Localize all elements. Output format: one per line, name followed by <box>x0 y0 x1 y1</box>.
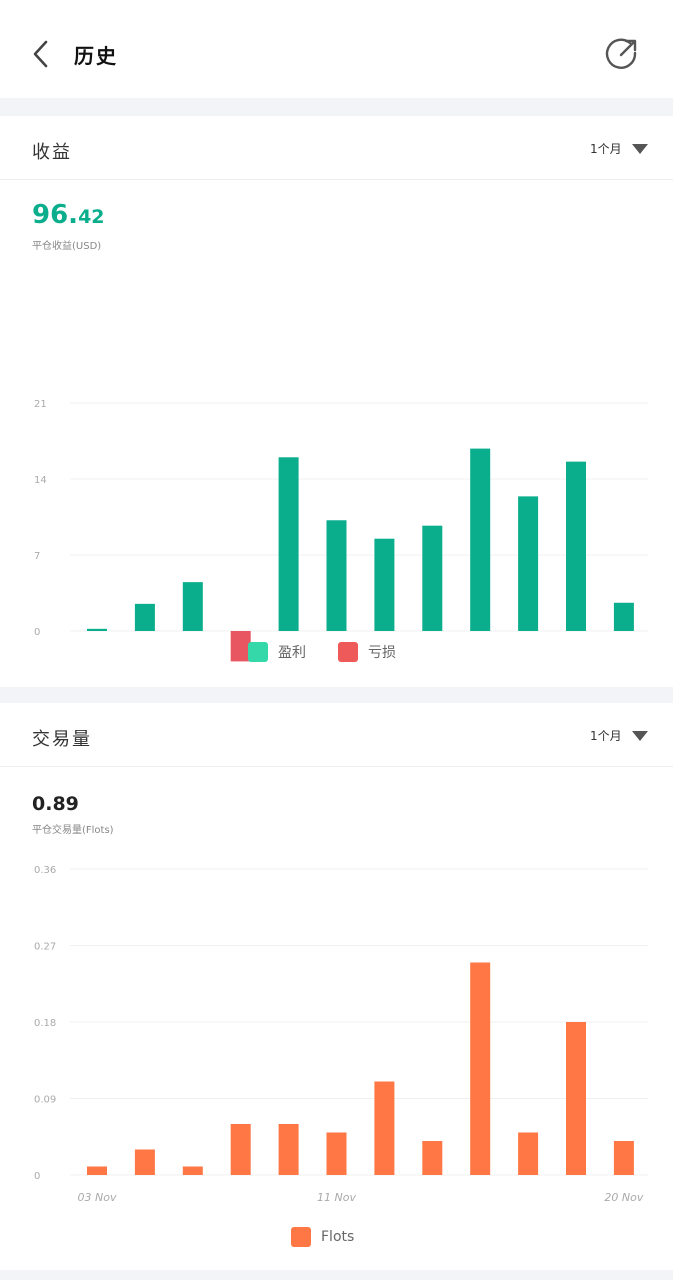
profit-bar <box>182 582 203 631</box>
profit-value-decimal: 42 <box>78 206 105 228</box>
legend-swatch-profit <box>248 642 268 662</box>
y-tick-label: 0.36 <box>34 865 56 876</box>
legend-swatch-loss <box>338 642 358 662</box>
volume-bar <box>518 1132 539 1175</box>
legend-item-profit: 盈利 <box>248 642 306 662</box>
profit-total-value: 96.42 <box>32 200 105 230</box>
profit-card-header: 收益 1个月 <box>0 116 673 180</box>
volume-bar <box>134 1149 155 1175</box>
volume-bar <box>230 1124 251 1175</box>
y-tick-label: 0 <box>34 1171 40 1182</box>
legend-label-profit: 盈利 <box>278 645 306 661</box>
volume-period-label: 1个月 <box>590 729 622 743</box>
profit-bar <box>470 448 491 631</box>
y-tick-label: 14 <box>34 475 47 486</box>
y-tick-label: 0.09 <box>34 1095 56 1106</box>
profit-bar <box>422 525 443 631</box>
back-arrow-icon[interactable] <box>28 36 54 72</box>
volume-bar <box>374 1081 395 1175</box>
volume-bar <box>566 1022 586 1175</box>
legend-label-flots: Flots <box>321 1229 355 1245</box>
legend-item-flots: Flots <box>291 1227 354 1247</box>
profit-bar-chart: 211470-703 Nov11 Nov20 Nov <box>34 399 648 662</box>
volume-bar <box>613 1141 634 1175</box>
volume-bar <box>470 962 491 1175</box>
volume-value-label: 平仓交易量(Flots) <box>32 825 114 836</box>
share-icon[interactable] <box>604 36 640 72</box>
y-tick-label: 0.18 <box>34 1018 56 1029</box>
profit-bar <box>518 496 539 631</box>
volume-card-title: 交易量 <box>32 729 92 750</box>
profit-value-label: 平仓收益(USD) <box>32 241 102 252</box>
y-tick-label: 0 <box>34 627 40 638</box>
volume-total-value: 0.89 <box>32 793 79 815</box>
page-title: 历史 <box>74 44 118 68</box>
legend-swatch-flots <box>291 1227 311 1247</box>
volume-bar <box>326 1132 347 1175</box>
volume-period-dropdown[interactable]: 1个月 <box>590 727 648 744</box>
profit-bar <box>134 603 155 631</box>
profit-card: 收益 1个月 96.42 平仓收益(USD) 211470-703 Nov11 … <box>0 116 673 687</box>
volume-legend: Flots <box>291 1227 354 1247</box>
profit-bar <box>374 538 395 631</box>
y-tick-label: 21 <box>34 399 47 410</box>
y-tick-label: 0.27 <box>34 942 56 953</box>
profit-bar <box>566 461 586 631</box>
volume-bar <box>422 1141 443 1175</box>
x-tick-label: 20 Nov <box>604 1191 643 1204</box>
profit-bar <box>326 520 347 631</box>
y-tick-label: 7 <box>34 551 40 562</box>
profit-period-dropdown[interactable]: 1个月 <box>590 140 648 157</box>
volume-bar <box>182 1166 203 1175</box>
profit-legend: 盈利 亏损 <box>248 642 396 662</box>
volume-bar <box>87 1166 107 1175</box>
volume-card-header: 交易量 1个月 <box>0 703 673 767</box>
profit-card-title: 收益 <box>32 142 72 163</box>
x-tick-label: 11 Nov <box>317 1191 356 1204</box>
legend-item-loss: 亏损 <box>338 642 396 662</box>
profit-bar <box>278 457 299 631</box>
app-header: 历史 <box>0 0 673 98</box>
volume-card: 交易量 1个月 0.89 平仓交易量(Flots) 0.36 0.27 0.18 0.… <box>0 703 673 1270</box>
profit-value-integer: 96. <box>32 200 79 230</box>
volume-bar-chart: 0.36 0.27 0.18 0.09 0 03 Nov 11 Nov 20 Nov <box>34 865 648 1204</box>
x-tick-label: 03 Nov <box>78 1191 117 1204</box>
profit-bar <box>613 602 634 631</box>
profit-bar <box>87 628 107 631</box>
profit-period-label: 1个月 <box>590 142 622 156</box>
caret-down-icon <box>631 143 648 154</box>
caret-down-icon <box>631 730 648 741</box>
legend-label-loss: 亏损 <box>368 645 396 661</box>
volume-bar <box>278 1124 299 1175</box>
